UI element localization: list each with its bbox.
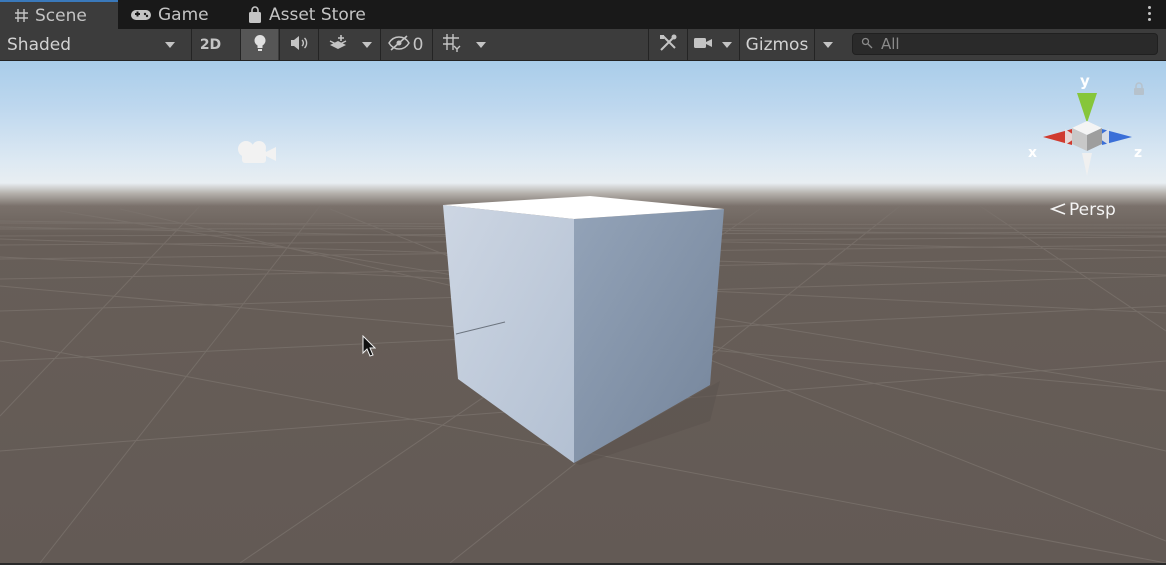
- hidden-objects-count: 0: [412, 34, 424, 55]
- shopping-bag-icon: [247, 5, 263, 24]
- effects-toggle-button[interactable]: [318, 29, 356, 60]
- draw-mode-label: Shaded: [7, 34, 72, 55]
- scene-visibility-toggle[interactable]: 0: [380, 29, 430, 60]
- tools-icon: [658, 33, 678, 57]
- layers-effects-icon: [328, 34, 348, 56]
- chevron-left-icon: [1049, 200, 1066, 220]
- audio-toggle-button[interactable]: [279, 29, 317, 60]
- draw-mode-dropdown[interactable]: Shaded: [0, 29, 184, 60]
- tab-game[interactable]: Game: [130, 0, 240, 29]
- tab-scene-label: Scene: [35, 5, 87, 26]
- mouse-cursor-icon: [362, 334, 377, 361]
- search-field[interactable]: All: [852, 33, 1158, 55]
- chevron-down-icon: [476, 41, 486, 48]
- eye-slash-icon: [387, 34, 410, 55]
- gizmos-toggle-button[interactable]: Gizmos: [739, 29, 814, 60]
- grid-snapping-button[interactable]: [432, 29, 470, 60]
- tab-asset-store[interactable]: Asset Store: [247, 0, 387, 29]
- grid-icon: [442, 33, 462, 57]
- camera-settings-button[interactable]: [687, 29, 737, 60]
- more-options-icon[interactable]: [1148, 6, 1152, 23]
- 2d-toggle-button[interactable]: 2D: [191, 29, 229, 60]
- tools-button[interactable]: [648, 29, 686, 60]
- chevron-down-icon: [362, 41, 372, 48]
- chevron-down-icon: [722, 41, 733, 48]
- axis-z-label: z: [1134, 145, 1142, 161]
- lock-icon[interactable]: [1133, 81, 1145, 100]
- hash-icon: [14, 8, 29, 23]
- axis-x-label: x: [1028, 145, 1037, 161]
- scene-viewport[interactable]: y x z Persp: [0, 61, 1166, 563]
- gizmos-label: Gizmos: [745, 34, 809, 55]
- search-placeholder: All: [881, 35, 900, 53]
- tab-asset-store-label: Asset Store: [269, 4, 366, 25]
- projection-label: Persp: [1069, 200, 1116, 220]
- tab-scene[interactable]: Scene: [0, 0, 118, 29]
- projection-toggle[interactable]: Persp: [1049, 200, 1116, 220]
- 2d-label: 2D: [199, 36, 222, 53]
- tab-game-label: Game: [158, 4, 209, 25]
- gamepad-icon: [130, 8, 152, 22]
- cube[interactable]: [0, 61, 1166, 563]
- chevron-down-icon: [165, 41, 175, 48]
- search-icon: [861, 35, 875, 53]
- effects-dropdown[interactable]: [356, 29, 378, 60]
- speaker-icon: [289, 35, 309, 55]
- video-camera-icon: [693, 35, 713, 54]
- chevron-down-icon: [822, 41, 833, 48]
- axis-y-label: y: [1080, 72, 1090, 90]
- tab-bar: Scene Game Asset Store: [0, 0, 1166, 29]
- camera-gizmo-icon[interactable]: [234, 135, 280, 171]
- lighting-toggle-button[interactable]: [240, 29, 278, 60]
- light-bulb-icon: [253, 34, 267, 56]
- gizmos-dropdown[interactable]: [814, 29, 840, 60]
- grid-dropdown[interactable]: [470, 29, 492, 60]
